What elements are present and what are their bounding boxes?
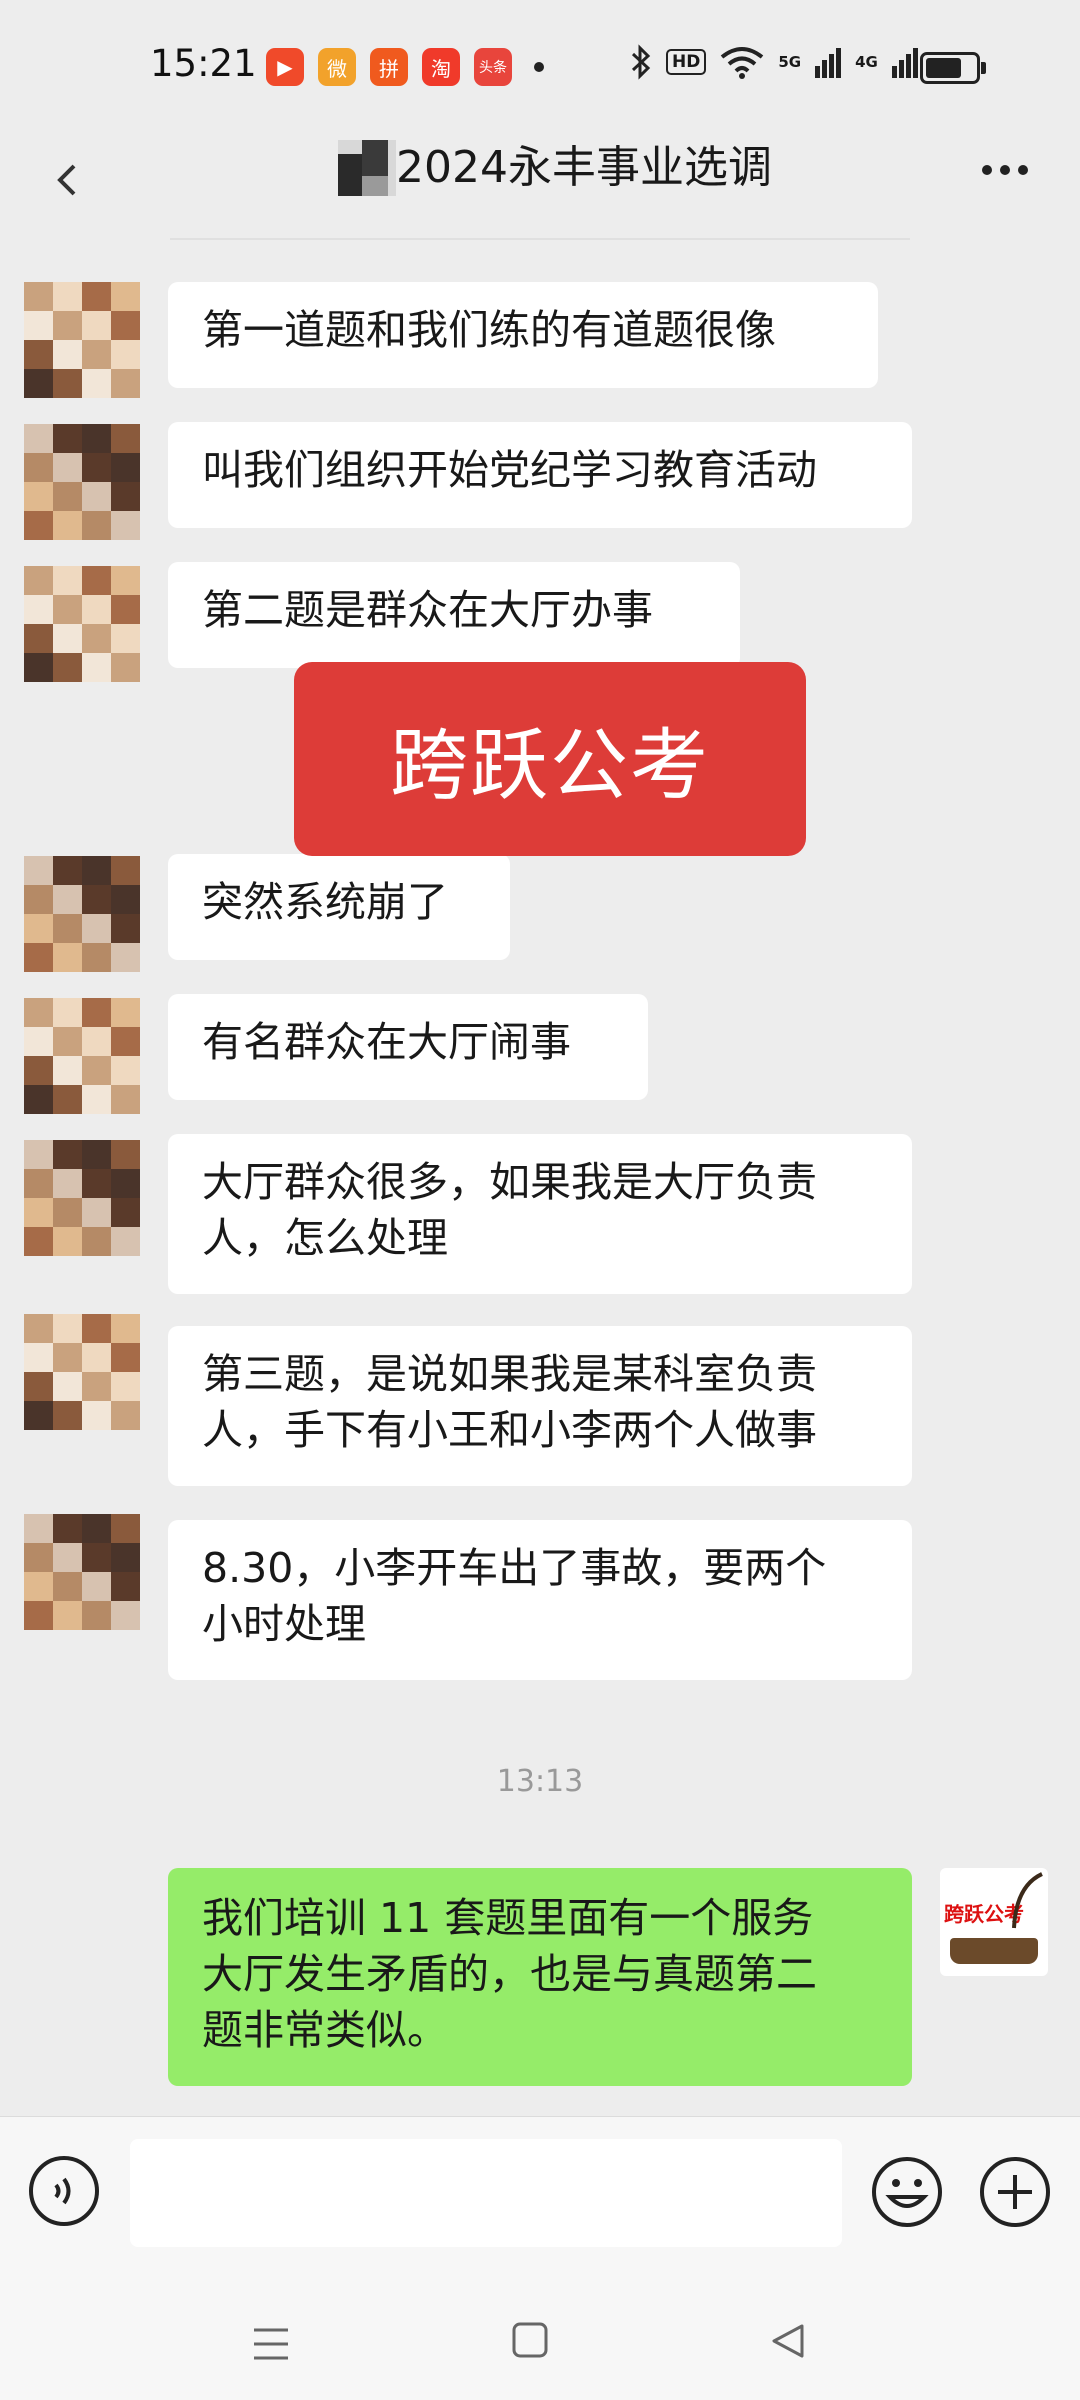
bluetooth-icon [631,44,651,80]
sender-avatar[interactable] [24,1140,140,1256]
message-bubble[interactable]: 大厅群众很多，如果我是大厅负责 人，怎么处理 [168,1134,912,1294]
message-timestamp: 13:13 [496,1764,584,1799]
weibo-icon: 微 [318,48,356,86]
status-bar: 15:21 ▶ 微拼淘头条 HD 5G 4G [0,0,1080,130]
wifi-icon [721,47,764,79]
chat-input-bar [0,2116,1080,2279]
message-bubble[interactable]: 第一道题和我们练的有道题很像 [168,282,878,388]
sender-avatar[interactable] [24,1314,140,1430]
watermark-banner: 跨跃公考 [294,662,806,856]
message-bubble[interactable]: 8.30，小李开车出了事故，要两个 小时处理 [168,1520,912,1680]
header-divider [170,238,910,240]
sender-avatar[interactable] [24,424,140,540]
plus-icon[interactable] [978,2155,1052,2229]
battery-icon [920,52,986,84]
my-avatar[interactable]: 跨跃公考 [940,1868,1048,1976]
system-navigation-bar [0,2278,1080,2400]
hd-voice-icon: HD [666,49,707,75]
sender-avatar[interactable] [24,566,140,682]
recent-apps-icon[interactable] [250,2324,292,2364]
blurred-title-image [338,140,396,196]
message-bubble[interactable]: 第二题是群众在大厅办事 [168,562,740,668]
signal-4g-icon [891,48,918,78]
more-options-icon[interactable] [975,150,1035,190]
back-arrow-icon[interactable] [40,150,100,210]
message-bubble[interactable]: 有名群众在大厅闹事 [168,994,648,1100]
signal-5g-icon [815,48,842,78]
message-bubble[interactable]: 第三题，是说如果我是某科室负责 人，手下有小王和小李两个人做事 [168,1326,912,1486]
more-notifications-dot [534,62,544,72]
video-app-icon: ▶ [266,48,304,86]
sender-avatar[interactable] [24,856,140,972]
status-time: 15:21 [150,42,257,85]
pinduoduo-icon: 拼 [370,48,408,86]
sender-avatar[interactable] [24,998,140,1114]
message-bubble[interactable]: 叫我们组织开始党纪学习教育活动 [168,422,912,528]
message-input[interactable] [130,2139,842,2247]
system-icons: HD 5G 4G [630,44,918,80]
taobao-icon: 淘 [422,48,460,86]
chat-title: 2024永丰事业选调 [396,142,772,193]
sender-avatar[interactable] [24,282,140,398]
sender-avatar[interactable] [24,1514,140,1630]
emoji-icon[interactable] [870,2155,944,2229]
home-icon[interactable] [510,2320,550,2360]
network-4g-label: 4G [855,53,878,71]
toutiao-icon: 头条 [474,48,512,86]
notification-icons: ▶ 微拼淘头条 [266,48,544,86]
network-5g-label: 5G [778,53,802,71]
quill-icon [1012,1872,1043,1929]
voice-input-icon[interactable] [28,2155,100,2227]
my-message-bubble[interactable]: 我们培训 11 套题里面有一个服务 大厅发生矛盾的，也是与真题第二 题非常类似。 [168,1868,912,2086]
message-bubble[interactable]: 突然系统崩了 [168,854,510,960]
nav-back-icon[interactable] [766,2320,808,2362]
book-icon [950,1938,1038,1964]
